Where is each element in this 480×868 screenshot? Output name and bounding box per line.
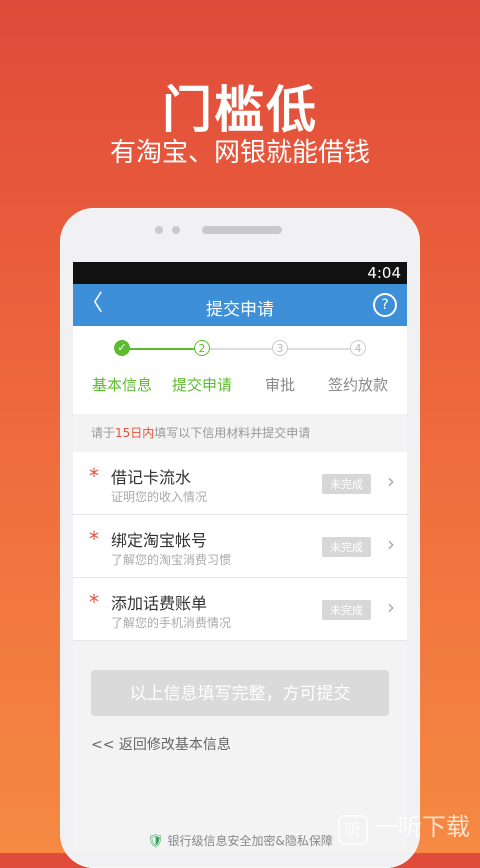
status-bar: 4:04 [73, 262, 407, 284]
required-star: * [89, 590, 99, 614]
hero-subtitle: 有淘宝、网银就能借钱 [109, 138, 370, 168]
status-badge: 未完成 [322, 474, 371, 494]
submit-button[interactable]: 以上信息填写完整，方可提交 [91, 670, 389, 716]
step-2-circle: 2 [194, 340, 210, 356]
list-item-debit-card[interactable]: * 借记卡流水 证明您的收入情况 未完成 › [73, 452, 407, 515]
item-subtitle: 了解您的淘宝消费习惯 [111, 553, 232, 567]
phone-screen: 4:04 〈 提交申请 ? ✓ 2 3 4 基本信息 提交申请 审批 签约放款 … [73, 262, 407, 853]
item-subtitle: 了解您的手机消费情况 [111, 616, 232, 630]
help-icon[interactable]: ? [373, 293, 397, 317]
step-1-check-icon: ✓ [114, 340, 130, 356]
status-badge: 未完成 [322, 537, 371, 557]
speaker-grille [202, 226, 282, 234]
status-time: 4:04 [367, 264, 401, 282]
back-to-edit-link[interactable]: << 返回修改基本信息 [91, 734, 231, 754]
step-4-label: 签约放款 [327, 376, 388, 394]
hint-suffix: 填写以下信用材料并提交申请 [154, 426, 311, 440]
watermark-logo-icon: 听 [338, 815, 368, 845]
watermark-text: 一听下载 [374, 813, 470, 841]
security-text: 银行级信息安全加密&隐私保障 [167, 834, 333, 848]
watermark: 听一听下载 [338, 807, 470, 845]
sensor-dot [172, 226, 180, 234]
deadline-hint: 请于15日内填写以下信用材料并提交申请 [73, 414, 407, 452]
step-line-1 [122, 348, 202, 350]
camera-dot [155, 226, 163, 234]
step-3-circle: 3 [272, 340, 288, 356]
material-list: * 借记卡流水 证明您的收入情况 未完成 › * 绑定淘宝帐号 了解您的淘宝消费… [73, 452, 407, 641]
item-subtitle: 证明您的收入情况 [111, 490, 208, 504]
step-2-label: 提交申请 [171, 376, 232, 394]
hint-prefix: 请于 [91, 426, 116, 440]
navbar: 〈 提交申请 ? [73, 284, 407, 326]
page-title: 提交申请 [206, 300, 274, 320]
item-title: 绑定淘宝帐号 [111, 531, 208, 550]
step-line-2 [202, 348, 280, 350]
item-title: 添加话费账单 [111, 594, 208, 613]
item-title: 借记卡流水 [111, 468, 192, 487]
required-star: * [89, 527, 99, 551]
progress-steps: ✓ 2 3 4 基本信息 提交申请 审批 签约放款 [73, 326, 407, 414]
chevron-right-icon: › [387, 532, 395, 556]
list-item-taobao[interactable]: * 绑定淘宝帐号 了解您的淘宝消费习惯 未完成 › [73, 515, 407, 578]
chevron-right-icon: › [387, 469, 395, 493]
step-4-circle: 4 [350, 340, 366, 356]
step-line-3 [280, 348, 358, 350]
required-star: * [89, 464, 99, 488]
step-1-label: 基本信息 [91, 376, 152, 394]
status-badge: 未完成 [322, 600, 371, 620]
step-3-label: 审批 [264, 376, 295, 394]
chevron-right-icon: › [387, 595, 395, 619]
shield-check-icon: 🛡 [147, 834, 164, 849]
hint-deadline: 15日内 [115, 426, 155, 440]
list-item-phone-bill[interactable]: * 添加话费账单 了解您的手机消费情况 未完成 › [73, 578, 407, 641]
